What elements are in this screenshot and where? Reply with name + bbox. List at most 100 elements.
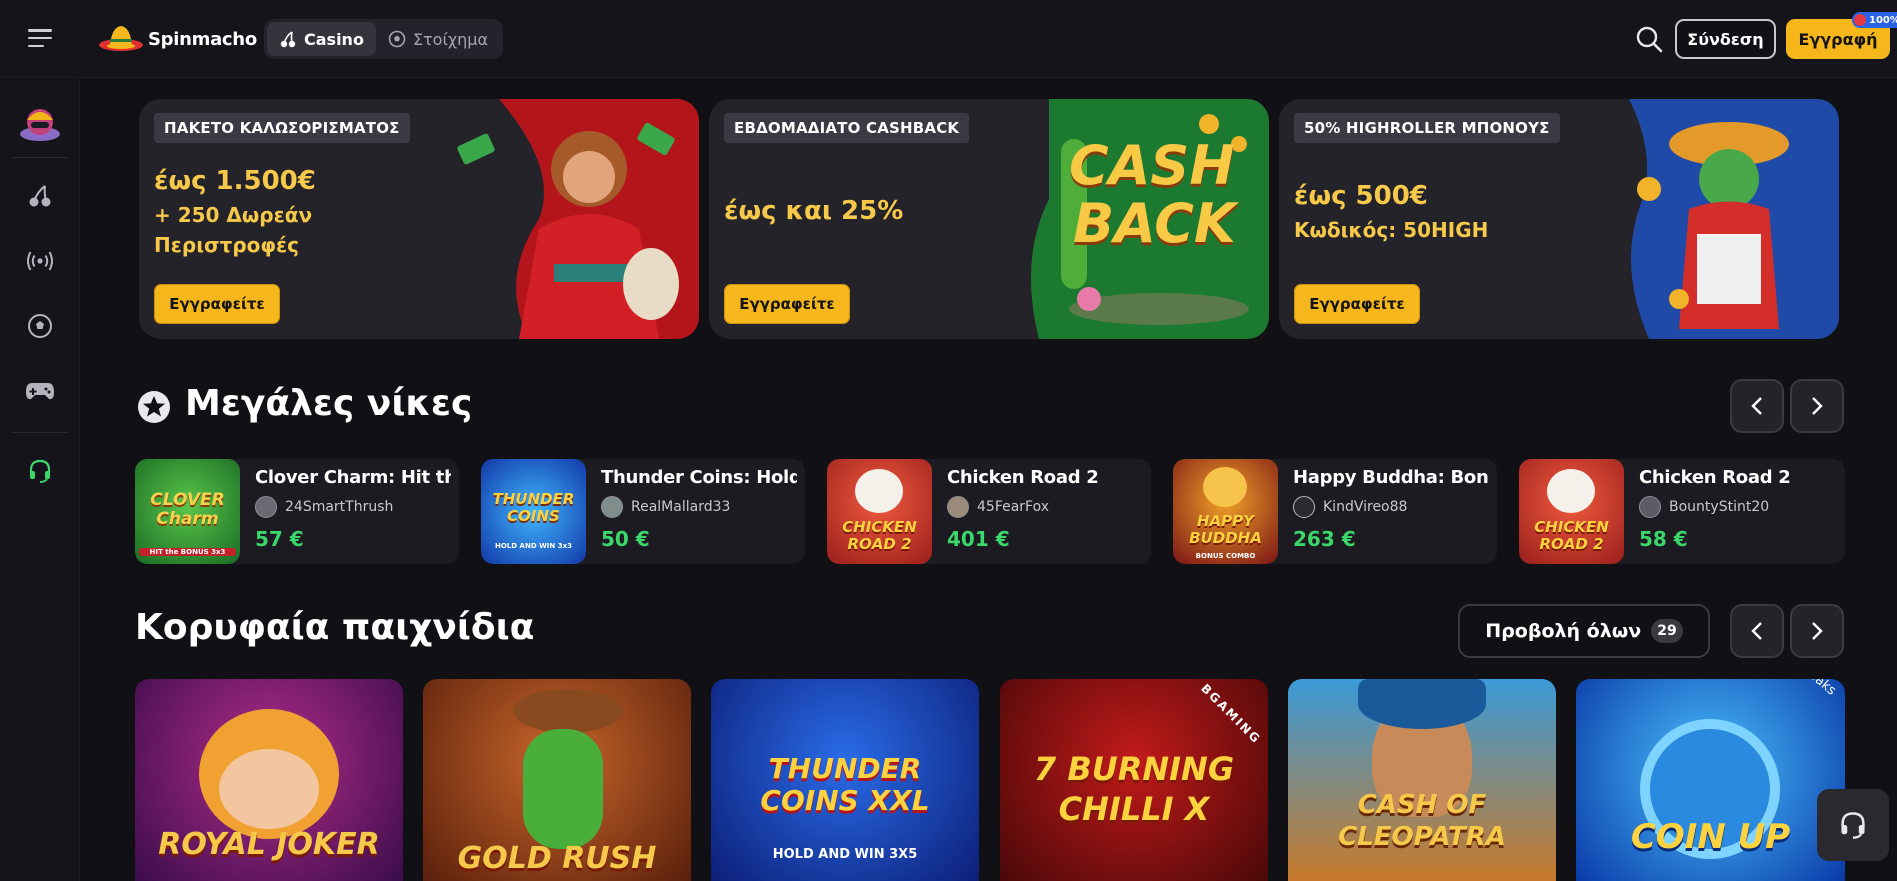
thumb-title: THUNDER COINS bbox=[492, 490, 575, 525]
win-user: KindVireo88 bbox=[1293, 496, 1407, 518]
star-icon bbox=[138, 391, 170, 423]
promo-signup-button[interactable]: Εγγραφείτε bbox=[154, 284, 280, 324]
thumb-title: CLOVER Charm bbox=[150, 490, 225, 529]
promo-card-highroller[interactable]: 50% HIGHROLLER ΜΠΟΝΟΥΣ έως 500€ Κωδικός:… bbox=[1279, 99, 1839, 339]
promo-card-cashback[interactable]: CASH BACK ΕΒΔΟΜΑΔΙΑΤΟ CASHBACK έως και 2… bbox=[709, 99, 1269, 339]
win-game-name: Clover Charm: Hit the Bonus bbox=[255, 467, 451, 488]
sidebar-item-support[interactable] bbox=[22, 453, 58, 489]
view-all-label: Προβολή όλων bbox=[1485, 620, 1642, 642]
win-user: BountyStint20 bbox=[1639, 496, 1769, 518]
big-wins-next-button[interactable] bbox=[1790, 379, 1844, 433]
win-amount: 58 € bbox=[1639, 527, 1688, 551]
avatar bbox=[255, 496, 277, 518]
avatar-mascot-icon bbox=[20, 109, 60, 141]
joker-face-art bbox=[219, 749, 319, 829]
sidebar-item-games[interactable] bbox=[22, 373, 58, 409]
big-win-card[interactable]: CLOVER Charm HIT the BONUS 3x3 Clover Ch… bbox=[135, 459, 459, 564]
promo-signup-button[interactable]: Εγγραφείτε bbox=[724, 284, 850, 324]
top-games-title: Κορυφαία παιχνίδια bbox=[135, 607, 535, 648]
thumb-title: HAPPY BUDDHA bbox=[1189, 512, 1262, 547]
big-win-card[interactable]: THUNDER COINS HOLD AND WIN 3x3 Thunder C… bbox=[481, 459, 805, 564]
game-card[interactable]: BGAMING 7 BURNING CHILLI X bbox=[1000, 679, 1268, 881]
promo-line: Περιστροφές bbox=[154, 233, 300, 257]
game-title: CASH OF CLEOPATRA bbox=[1338, 790, 1506, 852]
game-thumbnail: THUNDER COINS HOLD AND WIN 3x3 bbox=[481, 459, 586, 564]
headset-icon bbox=[1841, 812, 1865, 839]
cactus-art bbox=[523, 729, 603, 849]
thumb-title: CHICKEN ROAD 2 bbox=[842, 518, 917, 553]
menu-icon[interactable] bbox=[28, 29, 52, 47]
login-button[interactable]: Σύνδεση bbox=[1675, 19, 1776, 59]
win-amount: 57 € bbox=[255, 527, 304, 551]
bonus-badge-text: 100% bbox=[1869, 14, 1897, 26]
game-card[interactable]: GOLD RUSH bbox=[423, 679, 691, 881]
chevron-left-icon bbox=[1751, 622, 1762, 640]
win-amount: 263 € bbox=[1293, 527, 1356, 551]
chevron-right-icon bbox=[1812, 397, 1823, 415]
cherry-icon bbox=[279, 30, 297, 48]
cashback-art-line: CASH bbox=[1069, 134, 1235, 197]
cashback-art-text: CASH BACK bbox=[1069, 137, 1236, 253]
product-tabs: Casino Στοίχημα bbox=[264, 19, 503, 59]
win-game-name: Chicken Road 2 bbox=[1639, 467, 1791, 488]
game-card[interactable]: CASH OF CLEOPATRA bbox=[1288, 679, 1556, 881]
sidebar bbox=[0, 79, 80, 881]
view-all-button[interactable]: Προβολή όλων 29 bbox=[1458, 604, 1710, 658]
promo-amount: έως 500€ bbox=[1294, 181, 1428, 211]
gift-icon bbox=[1854, 14, 1866, 26]
chicken-art bbox=[855, 469, 903, 513]
sidebar-item-live[interactable] bbox=[22, 243, 58, 279]
support-chat-button[interactable] bbox=[1817, 789, 1889, 861]
big-win-card[interactable]: CHICKEN ROAD 2 Chicken Road 2 BountyStin… bbox=[1519, 459, 1845, 564]
thumb-title: CHICKEN ROAD 2 bbox=[1534, 518, 1609, 553]
search-icon[interactable] bbox=[1634, 24, 1664, 54]
sidebar-mascot[interactable] bbox=[16, 99, 64, 147]
promo-tag: ΠΑΚΕΤΟ ΚΑΛΩΣΟΡΙΣΜΑΤΟΣ bbox=[154, 113, 410, 143]
promo-amount: έως 1.500€ bbox=[154, 166, 316, 196]
big-win-card[interactable]: HAPPY BUDDHA BONUS COMBO Happy Buddha: B… bbox=[1173, 459, 1497, 564]
win-amount: 401 € bbox=[947, 527, 1010, 551]
avatar bbox=[601, 496, 623, 518]
big-wins-title: Μεγάλες νίκες bbox=[185, 383, 473, 424]
cherry-icon bbox=[29, 185, 51, 207]
game-card[interactable]: THUNDER COINS XXL HOLD AND WIN 3x5 bbox=[711, 679, 979, 881]
game-title: GOLD RUSH bbox=[457, 841, 657, 876]
soccer-ball-icon bbox=[388, 30, 406, 48]
thumb-subtitle: BONUS COMBO bbox=[1195, 552, 1256, 560]
win-game-name: Chicken Road 2 bbox=[947, 467, 1099, 488]
tab-sports-label: Στοίχημα bbox=[412, 29, 488, 49]
promo-art-welcome bbox=[457, 99, 699, 339]
promo-card-welcome[interactable]: ΠΑΚΕΤΟ ΚΑΛΩΣΟΡΙΣΜΑΤΟΣ έως 1.500€ + 250 Δ… bbox=[139, 99, 699, 339]
win-user: 45FearFox bbox=[947, 496, 1049, 518]
sidebar-item-sports[interactable] bbox=[22, 308, 58, 344]
soccer-ball-icon bbox=[28, 314, 52, 338]
thumb-subtitle: HOLD AND WIN 3x3 bbox=[495, 542, 572, 550]
game-card[interactable]: 3 oaks COIN UP bbox=[1576, 679, 1845, 881]
win-username: 24SmartThrush bbox=[285, 499, 394, 515]
big-win-card[interactable]: CHICKEN ROAD 2 Chicken Road 2 45FearFox … bbox=[827, 459, 1151, 564]
logo[interactable]: Spinmacho bbox=[98, 18, 257, 60]
promo-signup-button[interactable]: Εγγραφείτε bbox=[1294, 284, 1420, 324]
top-games-next-button[interactable] bbox=[1790, 604, 1844, 658]
sidebar-divider bbox=[12, 432, 68, 433]
promo-tag: ΕΒΔΟΜΑΔΙΑΤΟ CASHBACK bbox=[724, 113, 970, 143]
chevron-left-icon bbox=[1751, 397, 1762, 415]
game-card[interactable]: ROYAL JOKER bbox=[135, 679, 403, 881]
game-title: ROYAL JOKER bbox=[158, 827, 380, 862]
tab-sports[interactable]: Στοίχημα bbox=[376, 22, 500, 56]
top-games-prev-button[interactable] bbox=[1730, 604, 1784, 658]
tab-casino-label: Casino bbox=[304, 29, 364, 49]
sidebar-item-casino[interactable] bbox=[22, 178, 58, 214]
provider-label: 3 oaks bbox=[1796, 679, 1839, 699]
headset-icon bbox=[29, 459, 51, 483]
sombrero-logo-icon bbox=[99, 26, 143, 51]
win-username: KindVireo88 bbox=[1323, 499, 1408, 515]
game-title: THUNDER COINS XXL bbox=[760, 752, 930, 817]
win-game-name: Thunder Coins: Hold and Win bbox=[601, 467, 797, 488]
big-wins-prev-button[interactable] bbox=[1730, 379, 1784, 433]
cowboy-hat-art bbox=[513, 689, 623, 733]
page: Spinmacho Casino Στοίχημα Σύνδεση Εγγραφ… bbox=[0, 0, 1897, 881]
win-username: 45FearFox bbox=[977, 499, 1050, 515]
promo-tag: 50% HIGHROLLER ΜΠΟΝΟΥΣ bbox=[1294, 113, 1560, 143]
tab-casino[interactable]: Casino bbox=[267, 22, 376, 56]
